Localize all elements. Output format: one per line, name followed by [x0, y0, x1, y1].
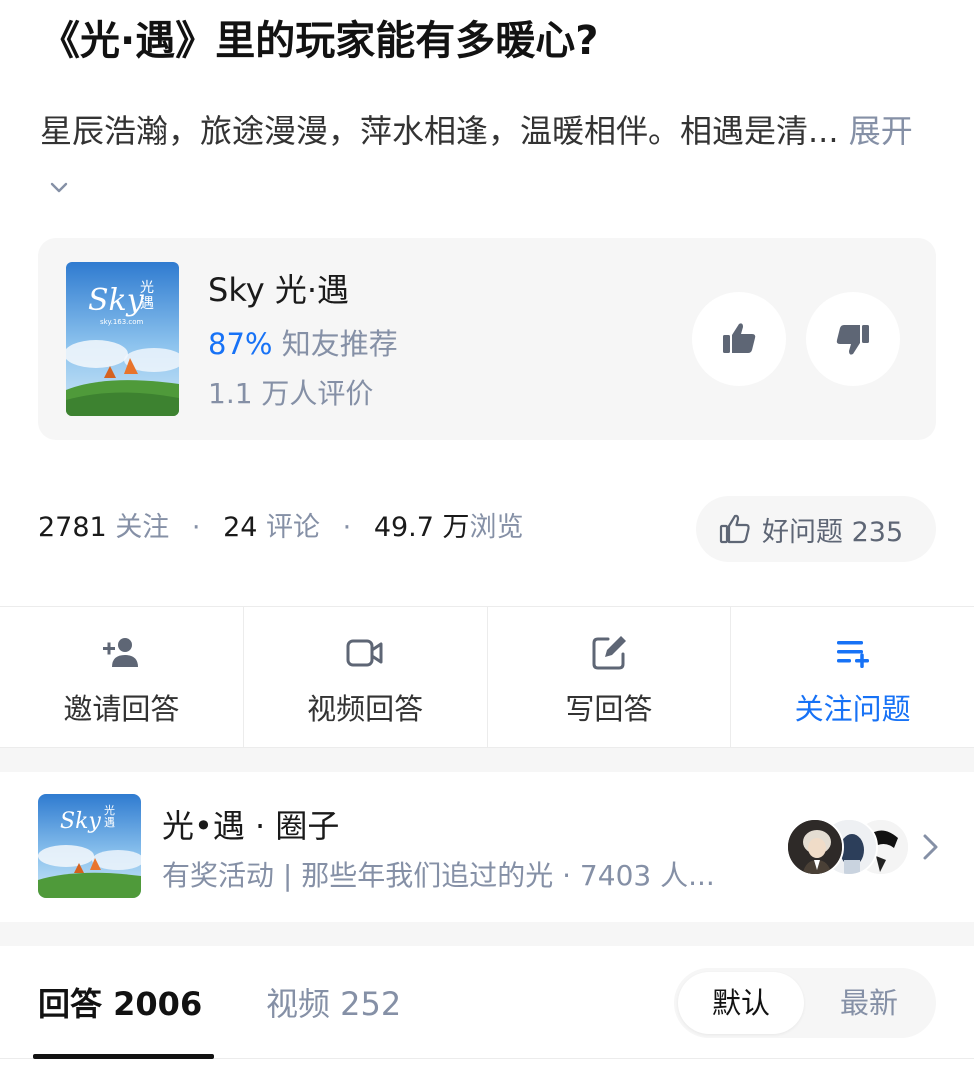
rating-count: 1.1 万人评价 — [208, 377, 374, 410]
thumbs-up-button[interactable] — [692, 292, 786, 386]
section-divider — [0, 922, 974, 946]
thumbs-up-outline-icon — [719, 514, 750, 544]
chevron-down-icon — [50, 182, 68, 193]
video-answer-label: 视频回答 — [307, 692, 424, 726]
good-question-button[interactable]: 好问题 235 — [696, 496, 936, 562]
svg-text:遇: 遇 — [104, 816, 115, 829]
sort-latest-option[interactable]: 最新 — [806, 972, 932, 1034]
invite-answer-label: 邀请回答 — [63, 692, 180, 726]
circle-cover-image: Sky 光 遇 — [38, 794, 141, 898]
comments-count: 24 — [223, 512, 258, 543]
svg-text:Sky: Sky — [60, 809, 101, 834]
views-count: 49.7 万 — [373, 512, 470, 543]
svg-text:光: 光 — [140, 280, 154, 296]
recommend-percent: 87% — [208, 327, 273, 361]
circle-name: 光•遇 · 圈子 — [162, 807, 340, 845]
svg-text:遇: 遇 — [140, 296, 154, 312]
circle-subtitle: 有奖活动 | 那些年我们追过的光 · 7403 人... — [162, 859, 715, 892]
recommend-label: 知友推荐 — [281, 327, 398, 361]
invite-answer-button[interactable]: 邀请回答 — [0, 607, 243, 747]
member-avatars — [786, 818, 910, 876]
followers-count: 2781 — [38, 512, 107, 543]
tab-videos[interactable]: 视频 252 — [266, 982, 401, 1026]
action-bar: 邀请回答 视频回答 写回答 关注问题 — [0, 606, 974, 748]
thumbs-up-icon — [723, 323, 756, 353]
add-to-list-icon — [836, 641, 869, 668]
comments-label: 评论 — [266, 512, 321, 543]
separator-dot: · — [191, 512, 201, 543]
question-description-text: 星辰浩瀚，旅途漫漫，萍水相逢，温暖相伴。相遇是清... — [40, 112, 839, 150]
thumbs-down-icon — [836, 325, 869, 355]
write-answer-label: 写回答 — [565, 692, 653, 726]
game-recommendation: 87% 知友推荐 — [208, 324, 398, 364]
add-person-icon — [103, 638, 139, 667]
game-name: Sky 光·遇 — [208, 271, 349, 309]
video-camera-icon — [346, 639, 383, 667]
write-answer-button[interactable]: 写回答 — [486, 607, 731, 747]
cover-logo-text: Sky — [88, 283, 145, 318]
follow-question-button[interactable]: 关注问题 — [730, 607, 974, 747]
good-question-label: 好问题 235 — [762, 516, 904, 548]
thumbs-down-button[interactable] — [806, 292, 900, 386]
edit-icon — [592, 636, 626, 670]
answer-tabs: 回答 2006 视频 252 默认 最新 — [0, 946, 974, 1076]
separator-dot: · — [342, 512, 352, 543]
svg-text:光: 光 — [104, 803, 115, 817]
chevron-right-icon — [923, 834, 938, 860]
game-card[interactable]: Sky 光 遇 sky.163.com Sky 光·遇 87% 知友推荐 1.1… — [38, 238, 936, 440]
tab-answers[interactable]: 回答 2006 — [38, 982, 202, 1026]
sort-default-option[interactable]: 默认 — [678, 972, 804, 1034]
question-title: 《光·遇》里的玩家能有多暖心? — [40, 18, 599, 64]
expand-label: 展开 — [848, 112, 913, 150]
question-stats: 2781 关注 · 24 评论 · 49.7 万浏览 — [38, 508, 524, 548]
circle-card[interactable]: Sky 光 遇 光•遇 · 圈子 有奖活动 | 那些年我们追过的光 · 7403… — [0, 772, 974, 922]
follow-question-label: 关注问题 — [794, 692, 911, 726]
video-answer-button[interactable]: 视频回答 — [242, 607, 487, 747]
section-divider — [0, 748, 974, 772]
question-description[interactable]: 星辰浩瀚，旅途漫漫，萍水相逢，温暖相伴。相遇是清... 展开 — [40, 104, 920, 212]
avatar — [786, 818, 844, 876]
views-label: 浏览 — [469, 512, 524, 543]
active-tab-indicator — [33, 1054, 214, 1059]
game-cover-image: Sky 光 遇 sky.163.com — [66, 262, 179, 416]
sort-toggle: 默认 最新 — [674, 968, 936, 1038]
followers-label: 关注 — [115, 512, 170, 543]
svg-text:sky.163.com: sky.163.com — [100, 318, 144, 326]
